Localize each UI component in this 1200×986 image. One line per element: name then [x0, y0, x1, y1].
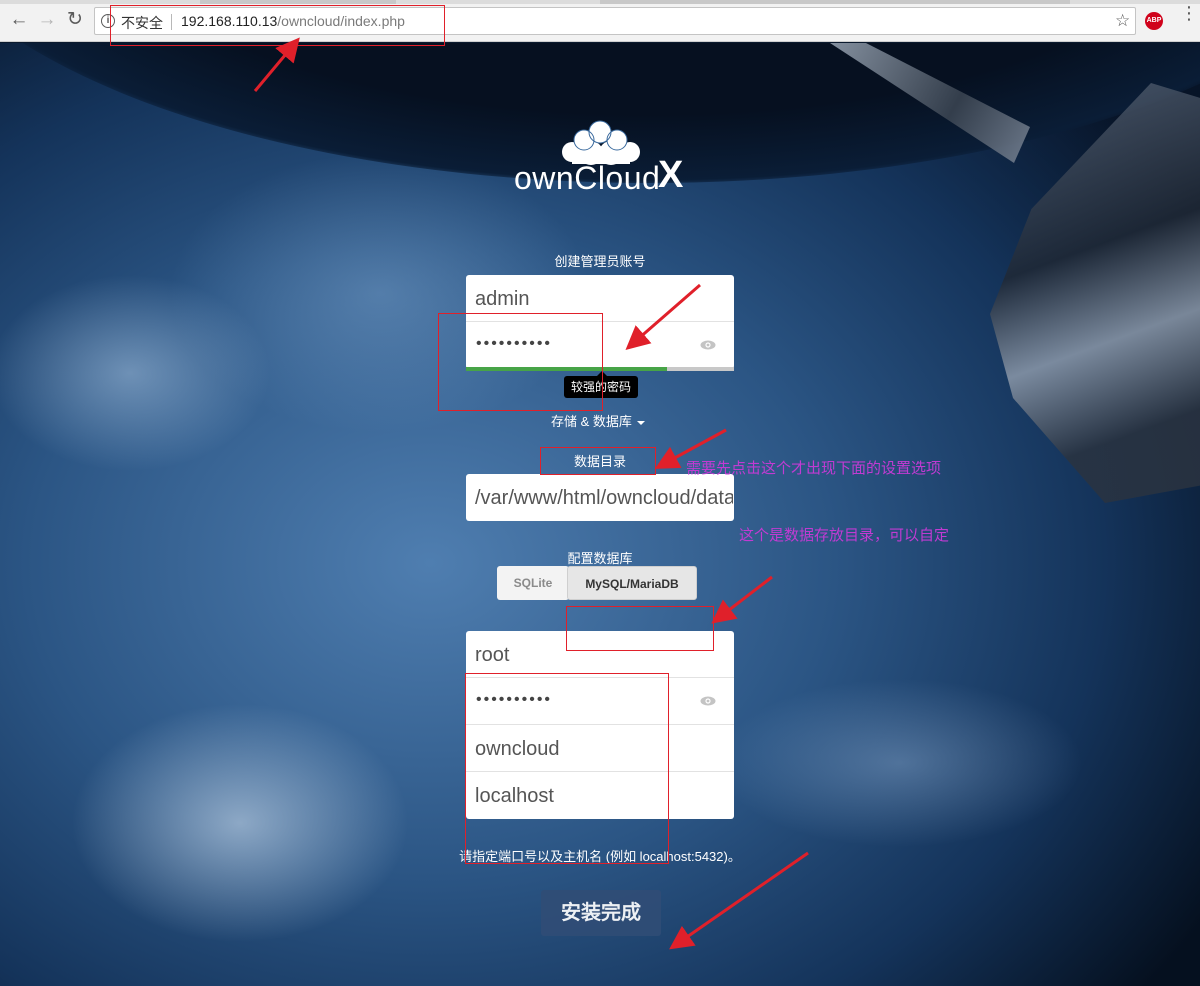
finish-setup-button[interactable]: 安装完成 [541, 890, 661, 936]
db-option-mysql-mariadb[interactable]: MySQL/MariaDB [567, 566, 697, 600]
annotation-box-mysql [566, 606, 714, 651]
bookmark-star-icon[interactable]: ☆ [1115, 11, 1130, 31]
annotation-box-db-credentials [465, 673, 669, 864]
storage-database-toggle[interactable]: 存储 & 数据库 [551, 411, 645, 430]
annotation-note-datadir: 这个是数据存放目录，可以自定 [739, 527, 950, 544]
logo-x-mark: X [658, 154, 684, 196]
caret-down-icon [636, 420, 645, 425]
data-dir-value: /var/www/html/owncloud/data [475, 487, 733, 509]
show-password-eye-icon[interactable] [700, 340, 716, 350]
back-arrow-icon[interactable]: ← [8, 9, 30, 31]
database-section-label: 配置数据库 [567, 551, 633, 566]
admin-username-value: admin [475, 288, 530, 310]
logo-wordmark: ownCloud [514, 160, 661, 196]
data-dir-group: /var/www/html/owncloud/data [466, 474, 734, 521]
annotation-box-storage-toggle [540, 447, 656, 475]
data-dir-field[interactable]: /var/www/html/owncloud/data [466, 474, 734, 521]
annotation-box-admin [438, 313, 603, 411]
show-db-password-eye-icon[interactable] [700, 696, 716, 706]
reload-icon[interactable]: ↻ [64, 9, 86, 31]
storage-database-toggle-label: 存储 & 数据库 [551, 414, 632, 429]
annotation-note-storage: 需要先点击这个才出现下面的设置选项 [686, 460, 942, 477]
browser-menu-icon[interactable]: ⋮ [1180, 4, 1198, 22]
owncloud-logo: ownCloud X [512, 120, 690, 200]
annotation-box-url [110, 5, 445, 46]
forward-arrow-icon[interactable]: → [36, 9, 58, 31]
admin-section-label: 创建管理员账号 [554, 254, 646, 269]
tab-strip [0, 0, 1200, 4]
db-option-sqlite[interactable]: SQLite [497, 566, 569, 600]
adblock-extension-icon[interactable]: ABP [1145, 12, 1163, 30]
